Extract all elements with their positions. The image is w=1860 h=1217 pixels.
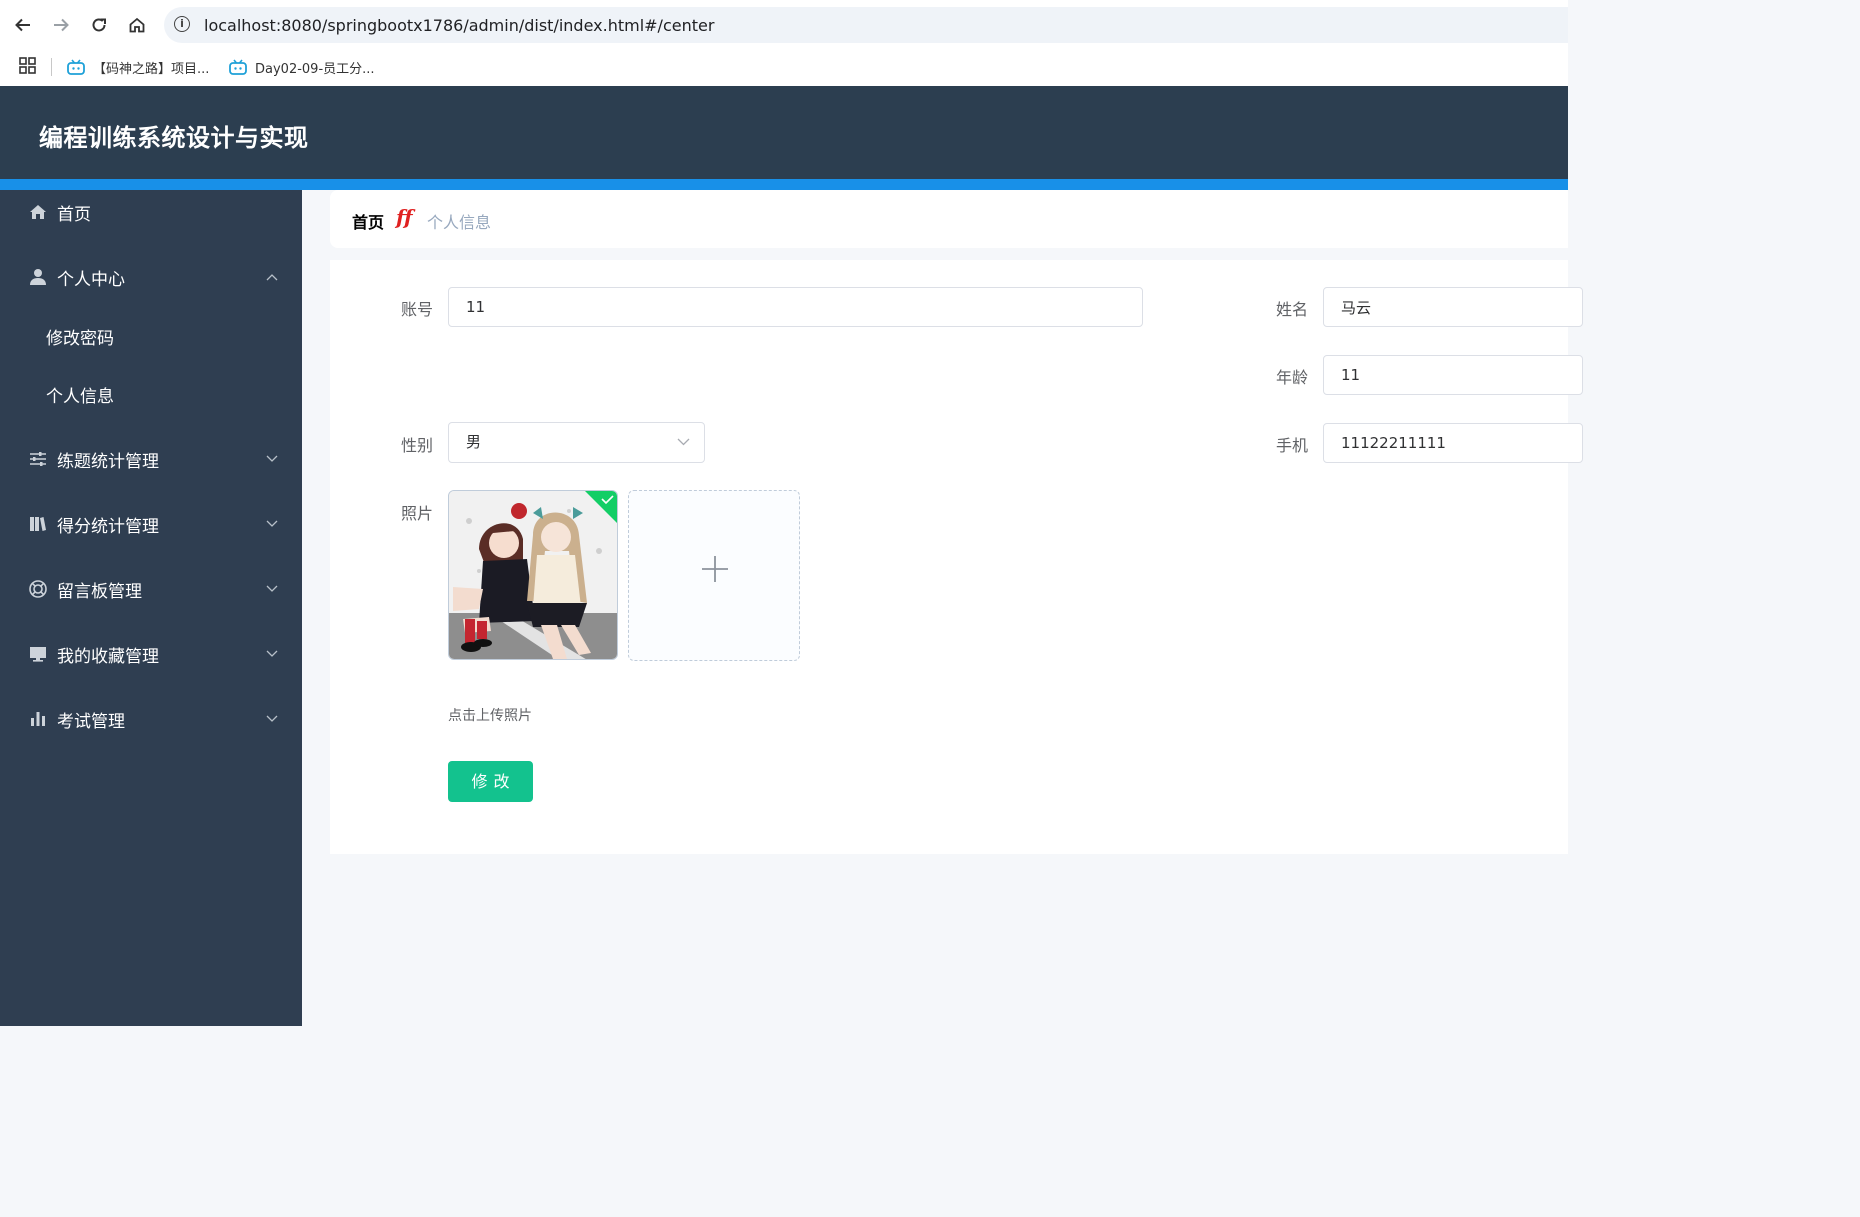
house-icon [129, 17, 145, 33]
upload-hint: 点击上传照片 [448, 708, 532, 724]
forward-button[interactable] [49, 13, 73, 37]
chevron-down-icon [266, 585, 278, 592]
breadcrumb-home[interactable]: 首页 [352, 209, 384, 233]
sidebar-item-message-board[interactable]: 留言板管理 [0, 567, 302, 611]
home-icon [28, 202, 48, 222]
upload-photo-button[interactable] [628, 490, 800, 661]
sidebar-item-label: 练题统计管理 [57, 451, 159, 472]
gender-select-value: 男 [466, 433, 482, 451]
address-bar[interactable]: i localhost:8080/springbootx1786/admin/d… [164, 7, 1568, 43]
sidebar-item-label: 个人中心 [57, 269, 125, 290]
age-input[interactable] [1323, 355, 1583, 395]
chevron-down-icon [677, 438, 690, 446]
sidebar-item-score-stats[interactable]: 得分统计管理 [0, 502, 302, 546]
bookmark-label: 【码神之路】项目... [93, 61, 210, 77]
reload-icon [92, 18, 106, 32]
sidebar-item-label: 得分统计管理 [57, 516, 159, 537]
chevron-down-icon [266, 455, 278, 462]
sidebar: 首页 个人中心 修改密码 个人信息 练题统计管理 得分统计管理 留言板管理 我的… [0, 190, 302, 1026]
lifebuoy-icon [28, 579, 48, 599]
account-input[interactable] [448, 287, 1143, 327]
apps-grid-icon [19, 57, 36, 74]
sliders-icon [28, 449, 48, 469]
account-label: 账号 [400, 300, 433, 319]
bookmarks-bar: 【码神之路】项目... Day02-09-员工分... [0, 50, 1568, 86]
sidebar-item-home[interactable]: 首页 [0, 190, 302, 234]
chevron-up-icon [266, 274, 278, 281]
bookmark-item[interactable]: 【码神之路】项目... [67, 56, 209, 78]
sidebar-item-label: 考试管理 [57, 711, 125, 732]
sidebar-subitem-label: 个人信息 [46, 386, 114, 407]
app-header: 编程训练系统设计与实现 [0, 86, 1568, 179]
sidebar-item-label: 留言板管理 [57, 581, 142, 602]
submit-button[interactable]: 修改 [448, 761, 533, 802]
books-icon [28, 514, 48, 534]
breadcrumb: 首页 ff 个人信息 [330, 190, 1568, 248]
arrow-right-icon [54, 18, 69, 32]
bilibili-icon [67, 59, 85, 75]
url-text: localhost:8080/springbootx1786/admin/dis… [204, 16, 715, 35]
arrow-left-icon [15, 18, 30, 32]
gender-select[interactable]: 男 [448, 422, 705, 463]
name-label: 姓名 [1275, 300, 1308, 319]
reload-button[interactable] [87, 13, 111, 37]
sidebar-item-exams[interactable]: 考试管理 [0, 697, 302, 741]
sidebar-item-personal-center[interactable]: 个人中心 [0, 255, 302, 299]
breadcrumb-separator: ff [396, 205, 413, 229]
gender-label: 性别 [400, 436, 433, 455]
phone-label: 手机 [1275, 436, 1308, 455]
bar-chart-icon [28, 709, 48, 729]
breadcrumb-current: 个人信息 [427, 213, 492, 232]
header-accent-bar [0, 179, 1568, 190]
sidebar-subitem-label: 修改密码 [46, 328, 114, 349]
photo-label: 照片 [400, 504, 433, 523]
sidebar-subitem-change-password[interactable]: 修改密码 [0, 314, 302, 358]
chevron-down-icon [266, 520, 278, 527]
age-label: 年龄 [1275, 368, 1308, 387]
browser-toolbar: i localhost:8080/springbootx1786/admin/d… [0, 0, 1568, 50]
site-info-icon[interactable]: i [174, 16, 190, 32]
uploaded-photo[interactable] [448, 490, 618, 660]
phone-input[interactable] [1323, 423, 1583, 463]
monitor-icon [28, 644, 48, 664]
back-button[interactable] [11, 13, 35, 37]
sidebar-item-practice-stats[interactable]: 练题统计管理 [0, 437, 302, 481]
plus-icon [702, 556, 728, 582]
bookmark-item[interactable]: Day02-09-员工分... [229, 56, 375, 78]
chevron-down-icon [266, 715, 278, 722]
chevron-down-icon [266, 650, 278, 657]
sidebar-subitem-personal-info[interactable]: 个人信息 [0, 372, 302, 416]
upload-success-badge [585, 491, 617, 523]
sidebar-item-label: 我的收藏管理 [57, 646, 159, 667]
app-title: 编程训练系统设计与实现 [39, 124, 309, 152]
user-icon [28, 267, 48, 287]
bookmarks-divider [51, 58, 52, 76]
sidebar-item-favorites[interactable]: 我的收藏管理 [0, 632, 302, 676]
sidebar-item-label: 首页 [57, 204, 91, 225]
home-button[interactable] [125, 13, 149, 37]
name-input[interactable] [1323, 287, 1583, 327]
apps-button[interactable] [19, 57, 37, 79]
bookmark-label: Day02-09-员工分... [255, 61, 375, 77]
bilibili-icon [229, 59, 247, 75]
